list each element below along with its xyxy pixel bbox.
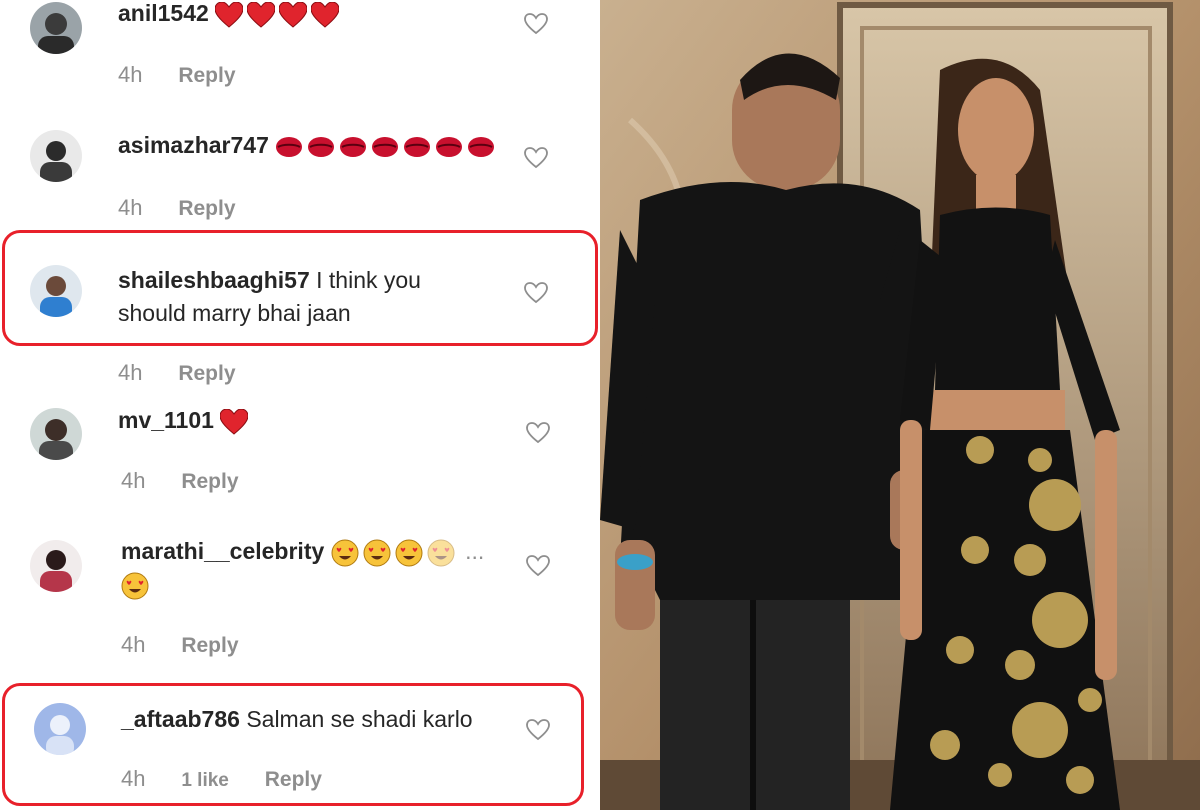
comment-meta: 4h Reply xyxy=(118,195,266,221)
comment-body: I think you xyxy=(316,267,421,293)
comment-body-line2: should marry bhai jaan xyxy=(118,300,351,326)
avatar[interactable] xyxy=(30,408,82,460)
heart-emoji xyxy=(279,1,308,28)
like-heart-outline-icon[interactable] xyxy=(526,719,550,741)
avatar[interactable] xyxy=(30,540,82,592)
comment-text: asimazhar747 xyxy=(118,129,499,162)
comment-time: 4h xyxy=(118,195,143,220)
heart-eyes-emoji xyxy=(427,539,455,567)
comment-meta: 4h Reply xyxy=(118,360,266,386)
comment-body: Salman se shadi karlo xyxy=(246,706,473,732)
comment-time: 4h xyxy=(118,62,143,87)
comment-username[interactable]: shaileshbaaghi57 xyxy=(118,267,310,293)
comment-time: 4h xyxy=(121,766,146,791)
comment-meta: 4h Reply xyxy=(118,62,266,88)
reply-button[interactable]: Reply xyxy=(265,768,322,791)
lips-emoji xyxy=(276,136,303,157)
lips-emoji xyxy=(340,136,367,157)
heart-emoji xyxy=(311,1,340,28)
comment-username[interactable]: mv_1101 xyxy=(118,407,214,433)
emoji-row xyxy=(215,0,343,28)
avatar[interactable] xyxy=(30,2,82,54)
comment-panel: anil1542 4h Reply asimazhar747 4h Reply … xyxy=(0,0,600,810)
comment-text: _aftaab786 Salman se shadi karlo xyxy=(121,703,473,736)
heart-eyes-emoji xyxy=(363,539,391,567)
reply-button[interactable]: Reply xyxy=(178,197,235,220)
like-heart-outline-icon[interactable] xyxy=(526,555,550,577)
heart-eyes-emoji xyxy=(331,539,359,567)
comment-text: mv_1101 xyxy=(118,404,252,437)
lips-emoji xyxy=(404,136,431,157)
heart-eyes-emoji xyxy=(121,572,149,600)
heart-emoji xyxy=(220,408,249,435)
comment-username[interactable]: anil1542 xyxy=(118,0,209,26)
comment-meta: 4h Reply xyxy=(121,632,269,658)
reply-button[interactable]: Reply xyxy=(178,362,235,385)
avatar[interactable] xyxy=(34,703,86,755)
comment-username[interactable]: _aftaab786 xyxy=(121,706,240,732)
lips-emoji xyxy=(436,136,463,157)
comment-text: shaileshbaaghi57 I think you should marr… xyxy=(118,264,508,330)
comment-time: 4h xyxy=(121,632,146,657)
reply-button[interactable]: Reply xyxy=(181,634,238,657)
comment-text: anil1542 xyxy=(118,0,343,30)
comment-meta: 4h Reply xyxy=(121,468,269,494)
event-photo-illustration xyxy=(600,0,1200,810)
comment-username[interactable]: asimazhar747 xyxy=(118,132,269,158)
comment-username[interactable]: marathi__celebrity xyxy=(121,538,324,564)
like-heart-outline-icon[interactable] xyxy=(524,13,548,35)
emoji-row xyxy=(220,407,252,435)
lips-emoji xyxy=(372,136,399,157)
like-count[interactable]: 1 like xyxy=(181,770,229,791)
comment-text: marathi__celebrity ... xyxy=(121,535,521,601)
reply-button[interactable]: Reply xyxy=(178,64,235,87)
comment-time: 4h xyxy=(121,468,146,493)
heart-emoji xyxy=(247,1,276,28)
emoji-row xyxy=(275,132,499,158)
reply-button[interactable]: Reply xyxy=(181,470,238,493)
like-heart-outline-icon[interactable] xyxy=(526,422,550,444)
avatar[interactable] xyxy=(30,265,82,317)
heart-emoji xyxy=(215,1,244,28)
avatar[interactable] xyxy=(30,130,82,182)
lips-emoji xyxy=(468,136,495,157)
ellipsis: ... xyxy=(465,538,485,564)
event-photo xyxy=(600,0,1200,810)
like-heart-outline-icon[interactable] xyxy=(524,282,548,304)
comment-time: 4h xyxy=(118,360,143,385)
comment-meta: 4h 1 like Reply xyxy=(121,766,352,792)
like-heart-outline-icon[interactable] xyxy=(524,147,548,169)
heart-eyes-emoji xyxy=(395,539,423,567)
lips-emoji xyxy=(308,136,335,157)
